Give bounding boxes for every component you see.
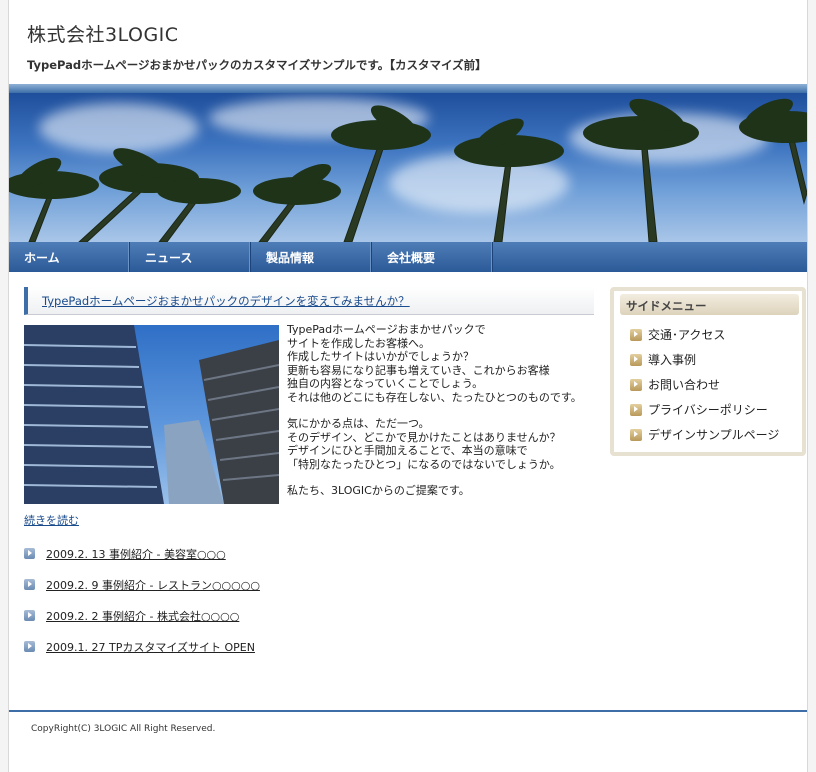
news-link[interactable]: 2009.1. 27 TPカスタマイズサイト OPEN	[46, 639, 255, 655]
main-nav: ホーム ニュース 製品情報 会社概要	[9, 242, 807, 272]
read-more-link[interactable]: 続きを読む	[24, 512, 79, 528]
sidebar-item-design-sample[interactable]: デザインサンプルページ	[630, 426, 779, 443]
sidebar-item-access[interactable]: 交通･アクセス	[630, 326, 725, 343]
page: 株式会社3LOGIC TypePadホームページおまかせパックのカスタマイズサン…	[8, 0, 808, 772]
header-divider	[9, 84, 807, 93]
post-title-link[interactable]: TypePadホームページおまかせパックのデザインを変えてみませんか？	[42, 293, 410, 309]
news-list: 2009.2. 13 事例紹介 - 美容室○○○ 2009.2. 9 事例紹介 …	[24, 546, 260, 670]
arrow-bullet-icon	[24, 548, 35, 559]
post-title-box: TypePadホームページおまかせパックのデザインを変えてみませんか？	[24, 287, 594, 315]
header-banner-image	[9, 93, 807, 242]
nav-item-company[interactable]: 会社概要	[372, 242, 493, 272]
list-item: 2009.2. 2 事例紹介 - 株式会社○○○○	[24, 608, 260, 639]
buildings-photo	[24, 325, 279, 504]
news-link[interactable]: 2009.2. 2 事例紹介 - 株式会社○○○○	[46, 608, 239, 624]
post-body: TypePadホームページおまかせパックで サイトを作成したお客様へ。 作成した…	[287, 323, 607, 511]
news-link[interactable]: 2009.2. 9 事例紹介 - レストラン○○○○○	[46, 577, 260, 593]
skyscrapers-image	[24, 325, 279, 504]
palm-trees-image	[9, 98, 807, 242]
site-title[interactable]: 株式会社3LOGIC	[27, 20, 179, 47]
copyright-text: CopyRight(C) 3LOGIC All Right Reserved.	[31, 724, 216, 734]
nav-item-home[interactable]: ホーム	[9, 242, 130, 272]
list-item: 2009.1. 27 TPカスタマイズサイト OPEN	[24, 639, 260, 670]
sidebar-menu: サイドメニュー 交通･アクセス 導入事例 お問い合わせ プライバシーポリシー デ…	[610, 287, 806, 456]
list-item: 2009.2. 9 事例紹介 - レストラン○○○○○	[24, 577, 260, 608]
arrow-bullet-icon	[630, 428, 642, 441]
list-item: 2009.2. 13 事例紹介 - 美容室○○○	[24, 546, 260, 577]
footer-divider	[9, 710, 807, 712]
arrow-bullet-icon	[630, 378, 642, 391]
post-paragraph: 気にかかる点は、ただ一つ。 そのデザイン、どこかで見かけたことはありませんか？ …	[287, 417, 561, 471]
post-paragraph: TypePadホームページおまかせパックで サイトを作成したお客様へ。 作成した…	[287, 323, 582, 404]
arrow-bullet-icon	[630, 353, 642, 366]
arrow-bullet-icon	[24, 579, 35, 590]
sidebar-item-privacy[interactable]: プライバシーポリシー	[630, 401, 768, 418]
post-paragraph: 私たち、3LOGICからのご提案です。	[287, 484, 470, 497]
nav-item-news[interactable]: ニュース	[130, 242, 251, 272]
arrow-bullet-icon	[630, 403, 642, 416]
news-link[interactable]: 2009.2. 13 事例紹介 - 美容室○○○	[46, 546, 226, 562]
sidebar-heading: サイドメニュー	[620, 294, 799, 315]
arrow-bullet-icon	[24, 610, 35, 621]
site-description: TypePadホームページおまかせパックのカスタマイズサンプルです。【カスタマイ…	[27, 58, 487, 72]
sidebar-item-cases[interactable]: 導入事例	[630, 351, 696, 368]
sidebar-item-contact[interactable]: お問い合わせ	[630, 376, 720, 393]
arrow-bullet-icon	[630, 328, 642, 341]
arrow-bullet-icon	[24, 641, 35, 652]
nav-item-products[interactable]: 製品情報	[251, 242, 372, 272]
